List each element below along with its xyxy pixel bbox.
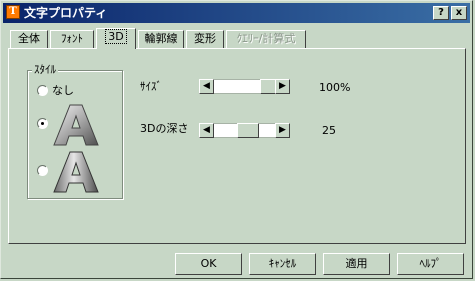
style-beveled-radio[interactable]: [37, 165, 48, 176]
depth-left-arrow-icon[interactable]: ◀: [199, 123, 214, 138]
tab-label: 3D: [105, 29, 127, 44]
tab-label: 輪郭線: [144, 32, 178, 45]
style-none-radio[interactable]: [37, 85, 48, 96]
depth-right-arrow-icon[interactable]: ▶: [275, 123, 290, 138]
style-group-label: ｽﾀｲﾙ: [32, 63, 58, 76]
tab-label: ｸｴﾘｰ/計算式: [236, 32, 296, 45]
ok-button[interactable]: OK: [175, 253, 242, 275]
size-scrollbar[interactable]: ◀ ▶: [199, 79, 290, 94]
size-left-arrow-icon[interactable]: ◀: [199, 79, 214, 94]
size-label: ｻｲｽﾞ: [140, 80, 162, 93]
tab-transform[interactable]: 変形: [186, 30, 224, 48]
tab-3d[interactable]: 3D: [96, 28, 136, 49]
apply-button[interactable]: 適用: [323, 253, 390, 275]
tab-label: ﾌｫﾝﾄ: [61, 32, 83, 45]
tab-label: 全体: [18, 32, 40, 45]
tab-outline[interactable]: 輪郭線: [138, 30, 184, 48]
tab-overall[interactable]: 全体: [10, 30, 48, 48]
depth-scrollbar[interactable]: ◀ ▶: [199, 123, 290, 138]
title-bar[interactable]: T 文字プロパティ ? x: [3, 3, 470, 23]
tab-label: 変形: [194, 32, 216, 45]
app-text-icon: T: [6, 5, 20, 19]
style-raised-radio[interactable]: [37, 118, 48, 129]
depth-value: 25: [322, 124, 336, 137]
cancel-button[interactable]: ｷｬﾝｾﾙ: [249, 253, 316, 275]
tab-query-formula: ｸｴﾘｰ/計算式: [226, 30, 306, 48]
tab-font[interactable]: ﾌｫﾝﾄ: [50, 30, 94, 48]
help-button[interactable]: ?: [433, 6, 449, 20]
window-title: 文字プロパティ: [24, 6, 108, 20]
radio-dot: [41, 122, 44, 125]
size-right-arrow-icon[interactable]: ▶: [275, 79, 290, 94]
style-none-label: なし: [52, 84, 74, 97]
3d-a-beveled-icon[interactable]: [52, 150, 100, 194]
close-button[interactable]: x: [451, 6, 467, 20]
3d-a-raised-icon[interactable]: [52, 103, 100, 147]
depth-thumb[interactable]: [237, 123, 259, 138]
size-value: 100%: [319, 81, 351, 94]
help-dialog-button[interactable]: ﾍﾙﾌﾟ: [397, 253, 464, 275]
depth-label: 3Dの深さ: [140, 122, 189, 135]
